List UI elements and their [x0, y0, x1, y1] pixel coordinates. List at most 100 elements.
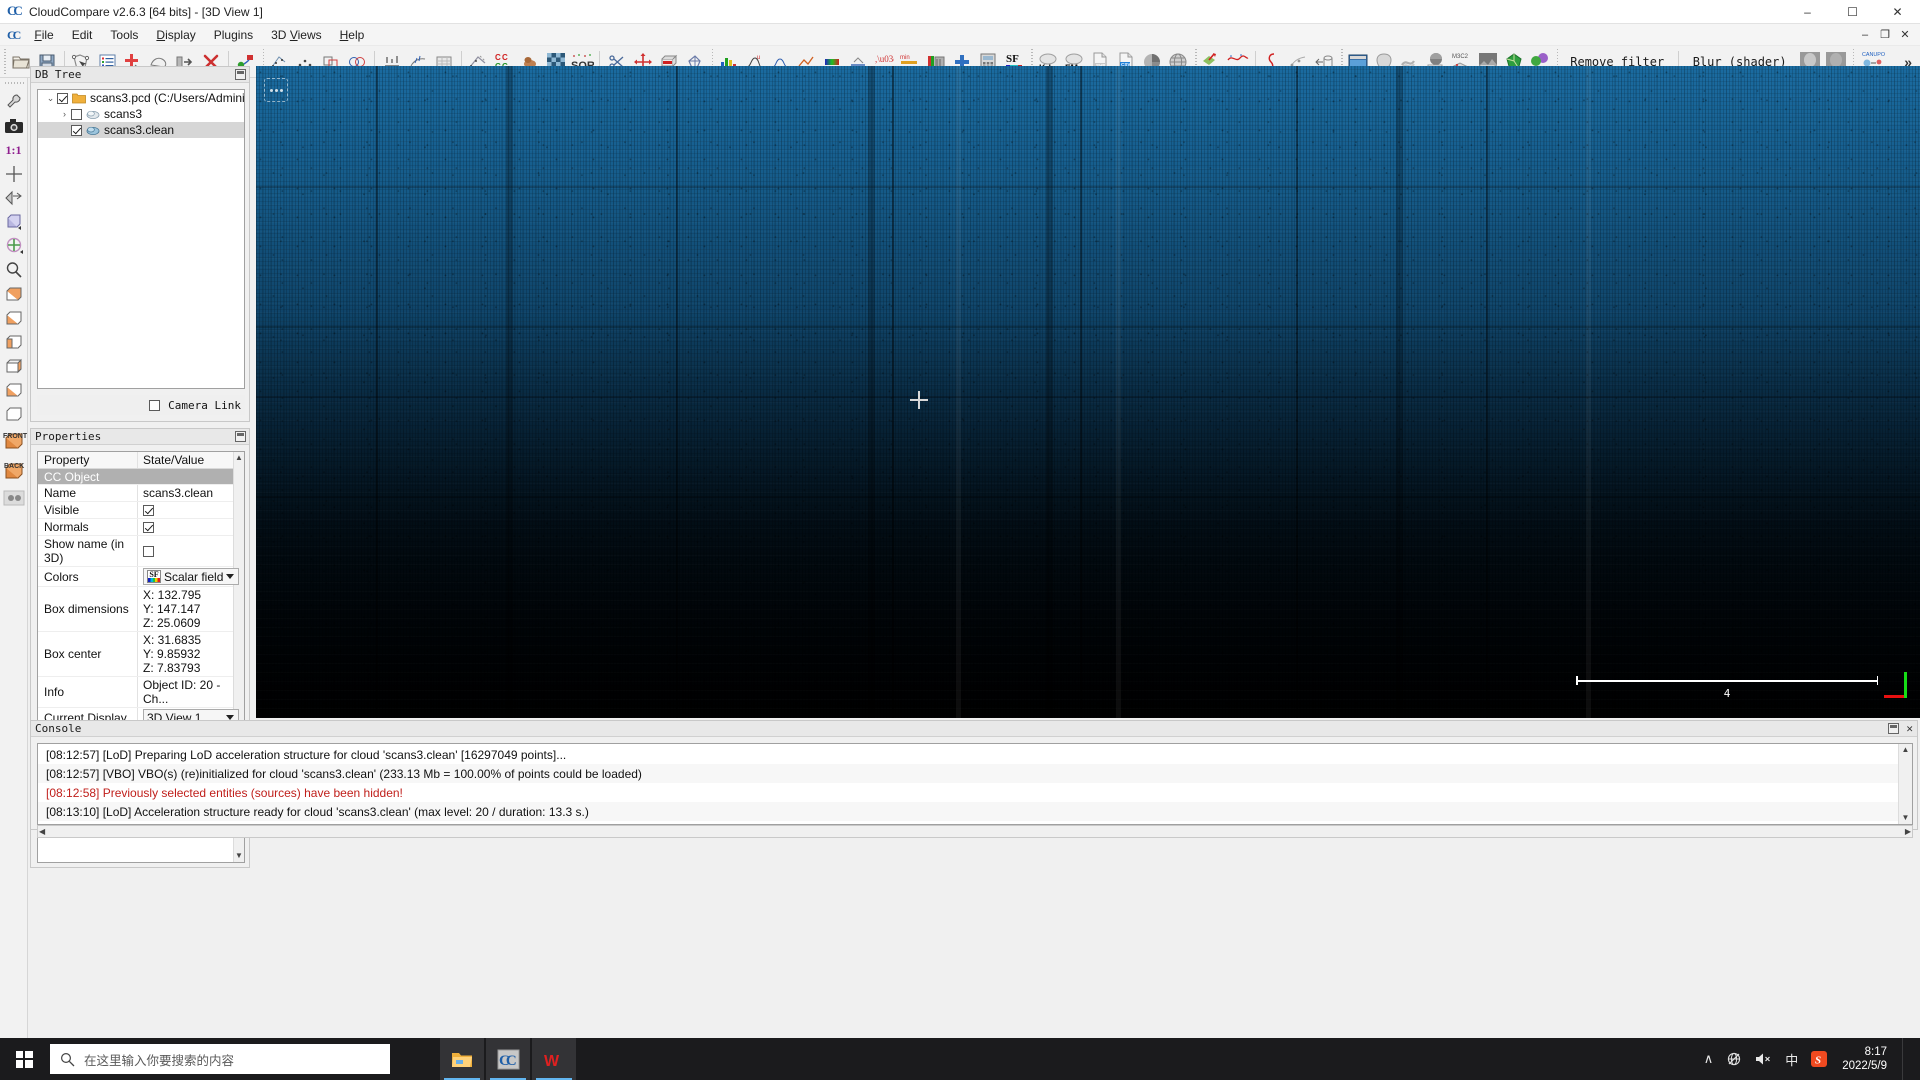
- box-center-y: Y: 9.85932: [143, 647, 201, 661]
- console-hscrollbar[interactable]: ◀ ▶: [37, 825, 1913, 838]
- svg-text:M3C2: M3C2: [1452, 54, 1469, 60]
- tree-item-scans3[interactable]: › scans3: [38, 106, 244, 122]
- menu-tools[interactable]: Tools: [101, 26, 147, 44]
- normals-checkbox[interactable]: [143, 521, 154, 533]
- show-hidden-icons-icon[interactable]: ∧: [1704, 1051, 1714, 1067]
- maximize-button[interactable]: ☐: [1830, 0, 1875, 24]
- 3d-view[interactable]: 4: [256, 66, 1920, 718]
- sf-icon: SF: [147, 570, 161, 583]
- zoom-icon[interactable]: [1, 258, 27, 282]
- scroll-up-icon[interactable]: ▲: [1902, 744, 1910, 756]
- console-undock-icon[interactable]: [1888, 723, 1900, 734]
- show-name-checkbox[interactable]: [143, 545, 154, 557]
- db-tree-panel: DB Tree ⌄ scans3.pcd (C:/Users/Administ.…: [30, 66, 250, 422]
- console-output[interactable]: [08:12:57] [LoD] Preparing LoD accelerat…: [37, 743, 1913, 825]
- tree-item-checkbox[interactable]: [57, 92, 68, 104]
- view-toolbar-grip[interactable]: [2, 80, 25, 87]
- menu-plugins[interactable]: Plugins: [205, 26, 262, 44]
- toggle-points-icon[interactable]: [1, 486, 27, 510]
- taskbar-search-box[interactable]: 在这里输入你要搜索的内容: [50, 1044, 390, 1074]
- expander-icon[interactable]: ›: [58, 109, 71, 119]
- db-tree-list[interactable]: ⌄ scans3.pcd (C:/Users/Administ... › sca…: [37, 89, 245, 389]
- view-iso1-icon[interactable]: [1, 378, 27, 402]
- scroll-right-icon[interactable]: ▶: [1905, 827, 1911, 836]
- section-cc-object: CC Object: [38, 469, 233, 485]
- doc-minimize-button[interactable]: –: [1856, 26, 1874, 44]
- scroll-down-icon[interactable]: ▼: [1902, 812, 1910, 824]
- svg-text:SF: SF: [1006, 53, 1019, 65]
- row-show-name-key: Show name (in 3D): [38, 536, 138, 566]
- tree-item-scans3-clean[interactable]: scans3.clean: [38, 122, 244, 138]
- show-desktop-button[interactable]: [1902, 1038, 1906, 1080]
- wps-office-icon[interactable]: W: [532, 1038, 576, 1080]
- view-left-icon[interactable]: [1, 330, 27, 354]
- console-scrollbar[interactable]: ▲ ▼: [1898, 744, 1912, 824]
- row-box-center-key: Box center: [38, 632, 138, 676]
- snapshot-camera-icon[interactable]: [1, 114, 27, 138]
- view-top-icon[interactable]: [1, 282, 27, 306]
- cloud-streak: [1396, 66, 1403, 718]
- view-back-icon[interactable]: BACK: [1, 456, 27, 486]
- view-bottom-icon[interactable]: [1, 306, 27, 330]
- cloud-band: [256, 186, 1920, 188]
- document-window-controls: – ❐ ✕: [1856, 26, 1920, 44]
- db-tree-undock-icon[interactable]: [235, 69, 246, 80]
- pick-center-icon[interactable]: [1, 162, 27, 186]
- cloudcompare-icon[interactable]: CC: [486, 1038, 530, 1080]
- svg-text:C: C: [495, 53, 501, 62]
- tree-item-root[interactable]: ⌄ scans3.pcd (C:/Users/Administ...: [38, 90, 244, 106]
- taskbar-clock[interactable]: 8:17 2022/5/9: [1840, 1045, 1887, 1073]
- colors-dropdown[interactable]: SF Scalar field: [143, 568, 239, 585]
- camera-link-checkbox[interactable]: [149, 399, 161, 411]
- menu-edit[interactable]: Edit: [63, 26, 102, 44]
- scroll-up-icon[interactable]: ▲: [235, 452, 243, 464]
- windows-start-icon[interactable]: [0, 1038, 48, 1080]
- sogou-input-icon[interactable]: S: [1811, 1051, 1828, 1067]
- console-title-buttons: ✕: [1888, 722, 1917, 735]
- cloudcompare-window: CC CloudCompare v2.6.3 [64 bits] - [3D V…: [0, 0, 1920, 1080]
- tree-item-checkbox[interactable]: [71, 124, 82, 136]
- toolbar-grip[interactable]: [2, 48, 6, 75]
- properties-undock-icon[interactable]: [235, 431, 246, 442]
- view-right-icon[interactable]: [1, 354, 27, 378]
- view-cube-icon[interactable]: [1, 210, 27, 234]
- file-explorer-icon[interactable]: [440, 1038, 484, 1080]
- tree-item-label: scans3.pcd (C:/Users/Administ...: [90, 91, 245, 105]
- box-center-z: Z: 7.83793: [143, 661, 201, 675]
- doc-restore-button[interactable]: ❐: [1876, 26, 1894, 44]
- console-close-icon[interactable]: ✕: [1906, 722, 1913, 735]
- menu-display[interactable]: Display: [147, 26, 204, 44]
- toggle-orthographic-icon[interactable]: [1, 186, 27, 210]
- cloud-streak: [506, 66, 513, 718]
- volume-muted-icon[interactable]: [1755, 1052, 1772, 1066]
- properties-header-row: Property State/Value: [38, 452, 233, 469]
- start-logo: [15, 1050, 33, 1068]
- scroll-down-icon[interactable]: ▼: [235, 850, 243, 862]
- view-iso2-icon[interactable]: [1, 402, 27, 426]
- doc-close-button[interactable]: ✕: [1896, 26, 1914, 44]
- close-button[interactable]: ✕: [1875, 0, 1920, 24]
- minimize-button[interactable]: –: [1785, 0, 1830, 24]
- scale-bar: 4: [1576, 676, 1878, 700]
- expander-icon[interactable]: ⌄: [44, 93, 57, 104]
- menu-file[interactable]: File: [25, 26, 62, 44]
- cloud-streak: [1296, 66, 1298, 718]
- menu-help[interactable]: Help: [331, 26, 374, 44]
- view-front-icon[interactable]: FRONT: [1, 426, 27, 456]
- tree-item-label: scans3: [104, 107, 143, 121]
- settings-wrench-icon[interactable]: [1, 90, 27, 114]
- tree-item-label: scans3.clean: [104, 123, 175, 137]
- tree-item-checkbox[interactable]: [71, 108, 82, 120]
- svg-text:,\u03c3: ,\u03c3: [875, 54, 894, 64]
- visible-checkbox[interactable]: [143, 504, 154, 516]
- zoom-1to1-icon[interactable]: 1:1: [1, 138, 27, 162]
- row-colors-key: Colors: [38, 567, 138, 586]
- ime-chinese-icon[interactable]: 中: [1785, 1050, 1798, 1069]
- box-center-x: X: 31.6835: [143, 633, 202, 647]
- pivot-icon[interactable]: [1, 234, 27, 258]
- menu-3d-views[interactable]: 3D Views: [262, 26, 331, 44]
- cloud-streak: [1486, 66, 1488, 718]
- scroll-left-icon[interactable]: ◀: [39, 827, 45, 836]
- network-disconnected-icon[interactable]: [1726, 1052, 1742, 1067]
- row-colors: Colors SF Scalar field: [38, 567, 239, 587]
